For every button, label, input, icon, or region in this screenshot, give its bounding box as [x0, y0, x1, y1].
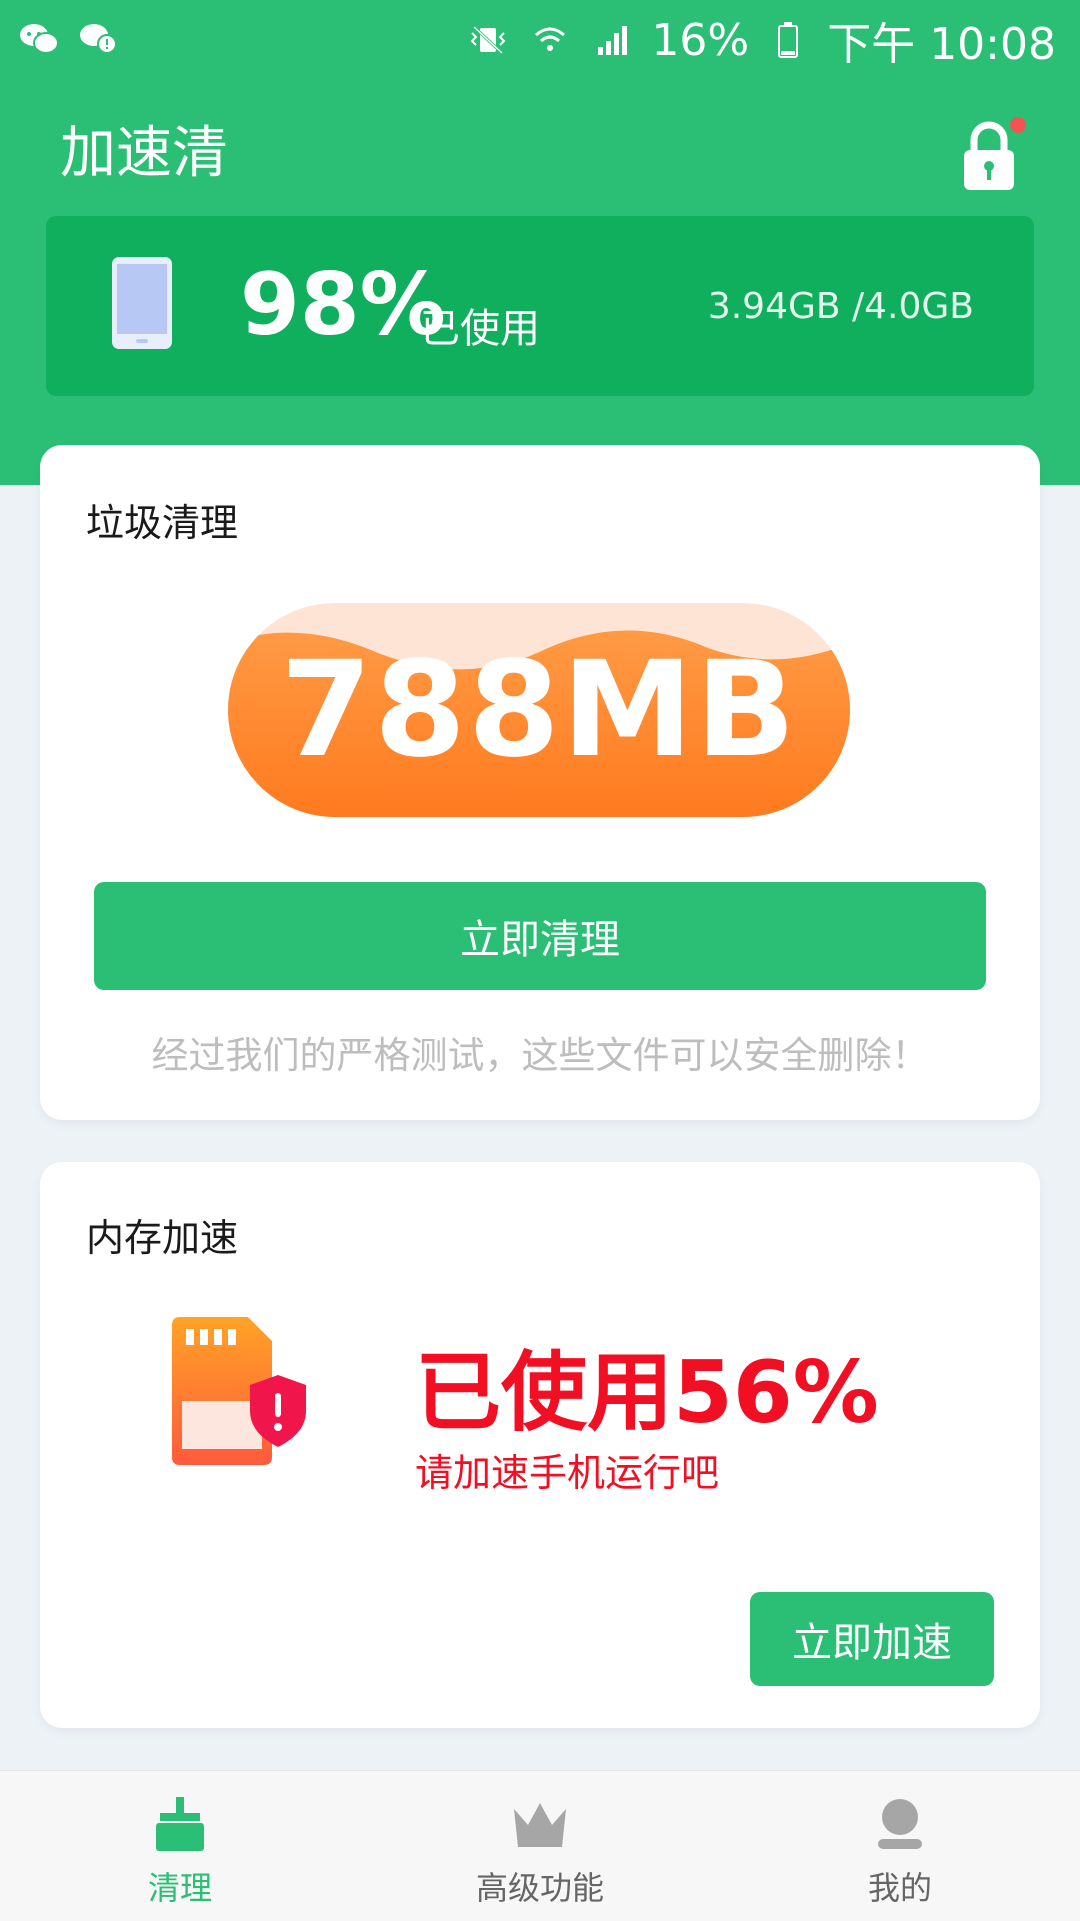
junk-size-graphic: 788MB	[228, 603, 850, 817]
memory-boost-card: 内存加速 已使用56% 请加速手机运行吧 立即加速	[40, 1162, 1040, 1728]
wifi-icon	[527, 17, 573, 63]
junk-clean-card: 垃圾清理 788MB 立即清理 经过我们的严格测试，这些文件可以安全删除！	[40, 445, 1040, 1120]
broom-icon	[152, 1797, 208, 1853]
safety-note: 经过我们的严格测试，这些文件可以安全删除！	[151, 1034, 929, 1077]
clean-now-button[interactable]: 立即清理	[94, 882, 986, 990]
junk-size-value: 788MB	[280, 633, 798, 787]
bottom-nav: 清理 高级功能 我的	[0, 1770, 1080, 1921]
nav-item-advanced[interactable]: 高级功能	[390, 1771, 690, 1921]
nav-label-clean: 清理	[147, 1869, 212, 1907]
notification-dot	[1010, 117, 1026, 133]
nav-item-mine[interactable]: 我的	[750, 1771, 1050, 1921]
nav-item-clean[interactable]: 清理	[30, 1771, 330, 1921]
storage-detail: 3.94GB /4.0GB	[707, 286, 974, 327]
memory-hint: 请加速手机运行吧	[415, 1451, 720, 1495]
user-icon	[872, 1797, 928, 1853]
wechat-notify-icon	[76, 16, 122, 62]
memory-card-title: 内存加速	[86, 1216, 239, 1260]
nav-label-advanced: 高级功能	[475, 1869, 604, 1907]
battery-percent: 16%	[651, 14, 750, 66]
memory-used: 已使用56%	[415, 1343, 879, 1443]
signal-icon	[589, 17, 635, 63]
boost-now-button[interactable]: 立即加速	[750, 1592, 994, 1686]
crown-icon	[512, 1797, 568, 1853]
nav-label-mine: 我的	[867, 1869, 932, 1907]
sd-card-alert-icon	[160, 1317, 320, 1477]
vibrate-icon	[465, 17, 511, 63]
phone-icon	[110, 255, 174, 351]
storage-used-label: 已使用	[420, 306, 540, 352]
wechat-icon	[16, 16, 62, 62]
battery-icon	[765, 17, 811, 63]
app-title: 加速清	[60, 121, 228, 186]
junk-card-title: 垃圾清理	[86, 501, 239, 545]
status-bar: 16% 下午 10:08	[0, 0, 1080, 78]
storage-percent: 98%	[240, 255, 446, 355]
status-time: 下午 10:08	[827, 19, 1056, 70]
